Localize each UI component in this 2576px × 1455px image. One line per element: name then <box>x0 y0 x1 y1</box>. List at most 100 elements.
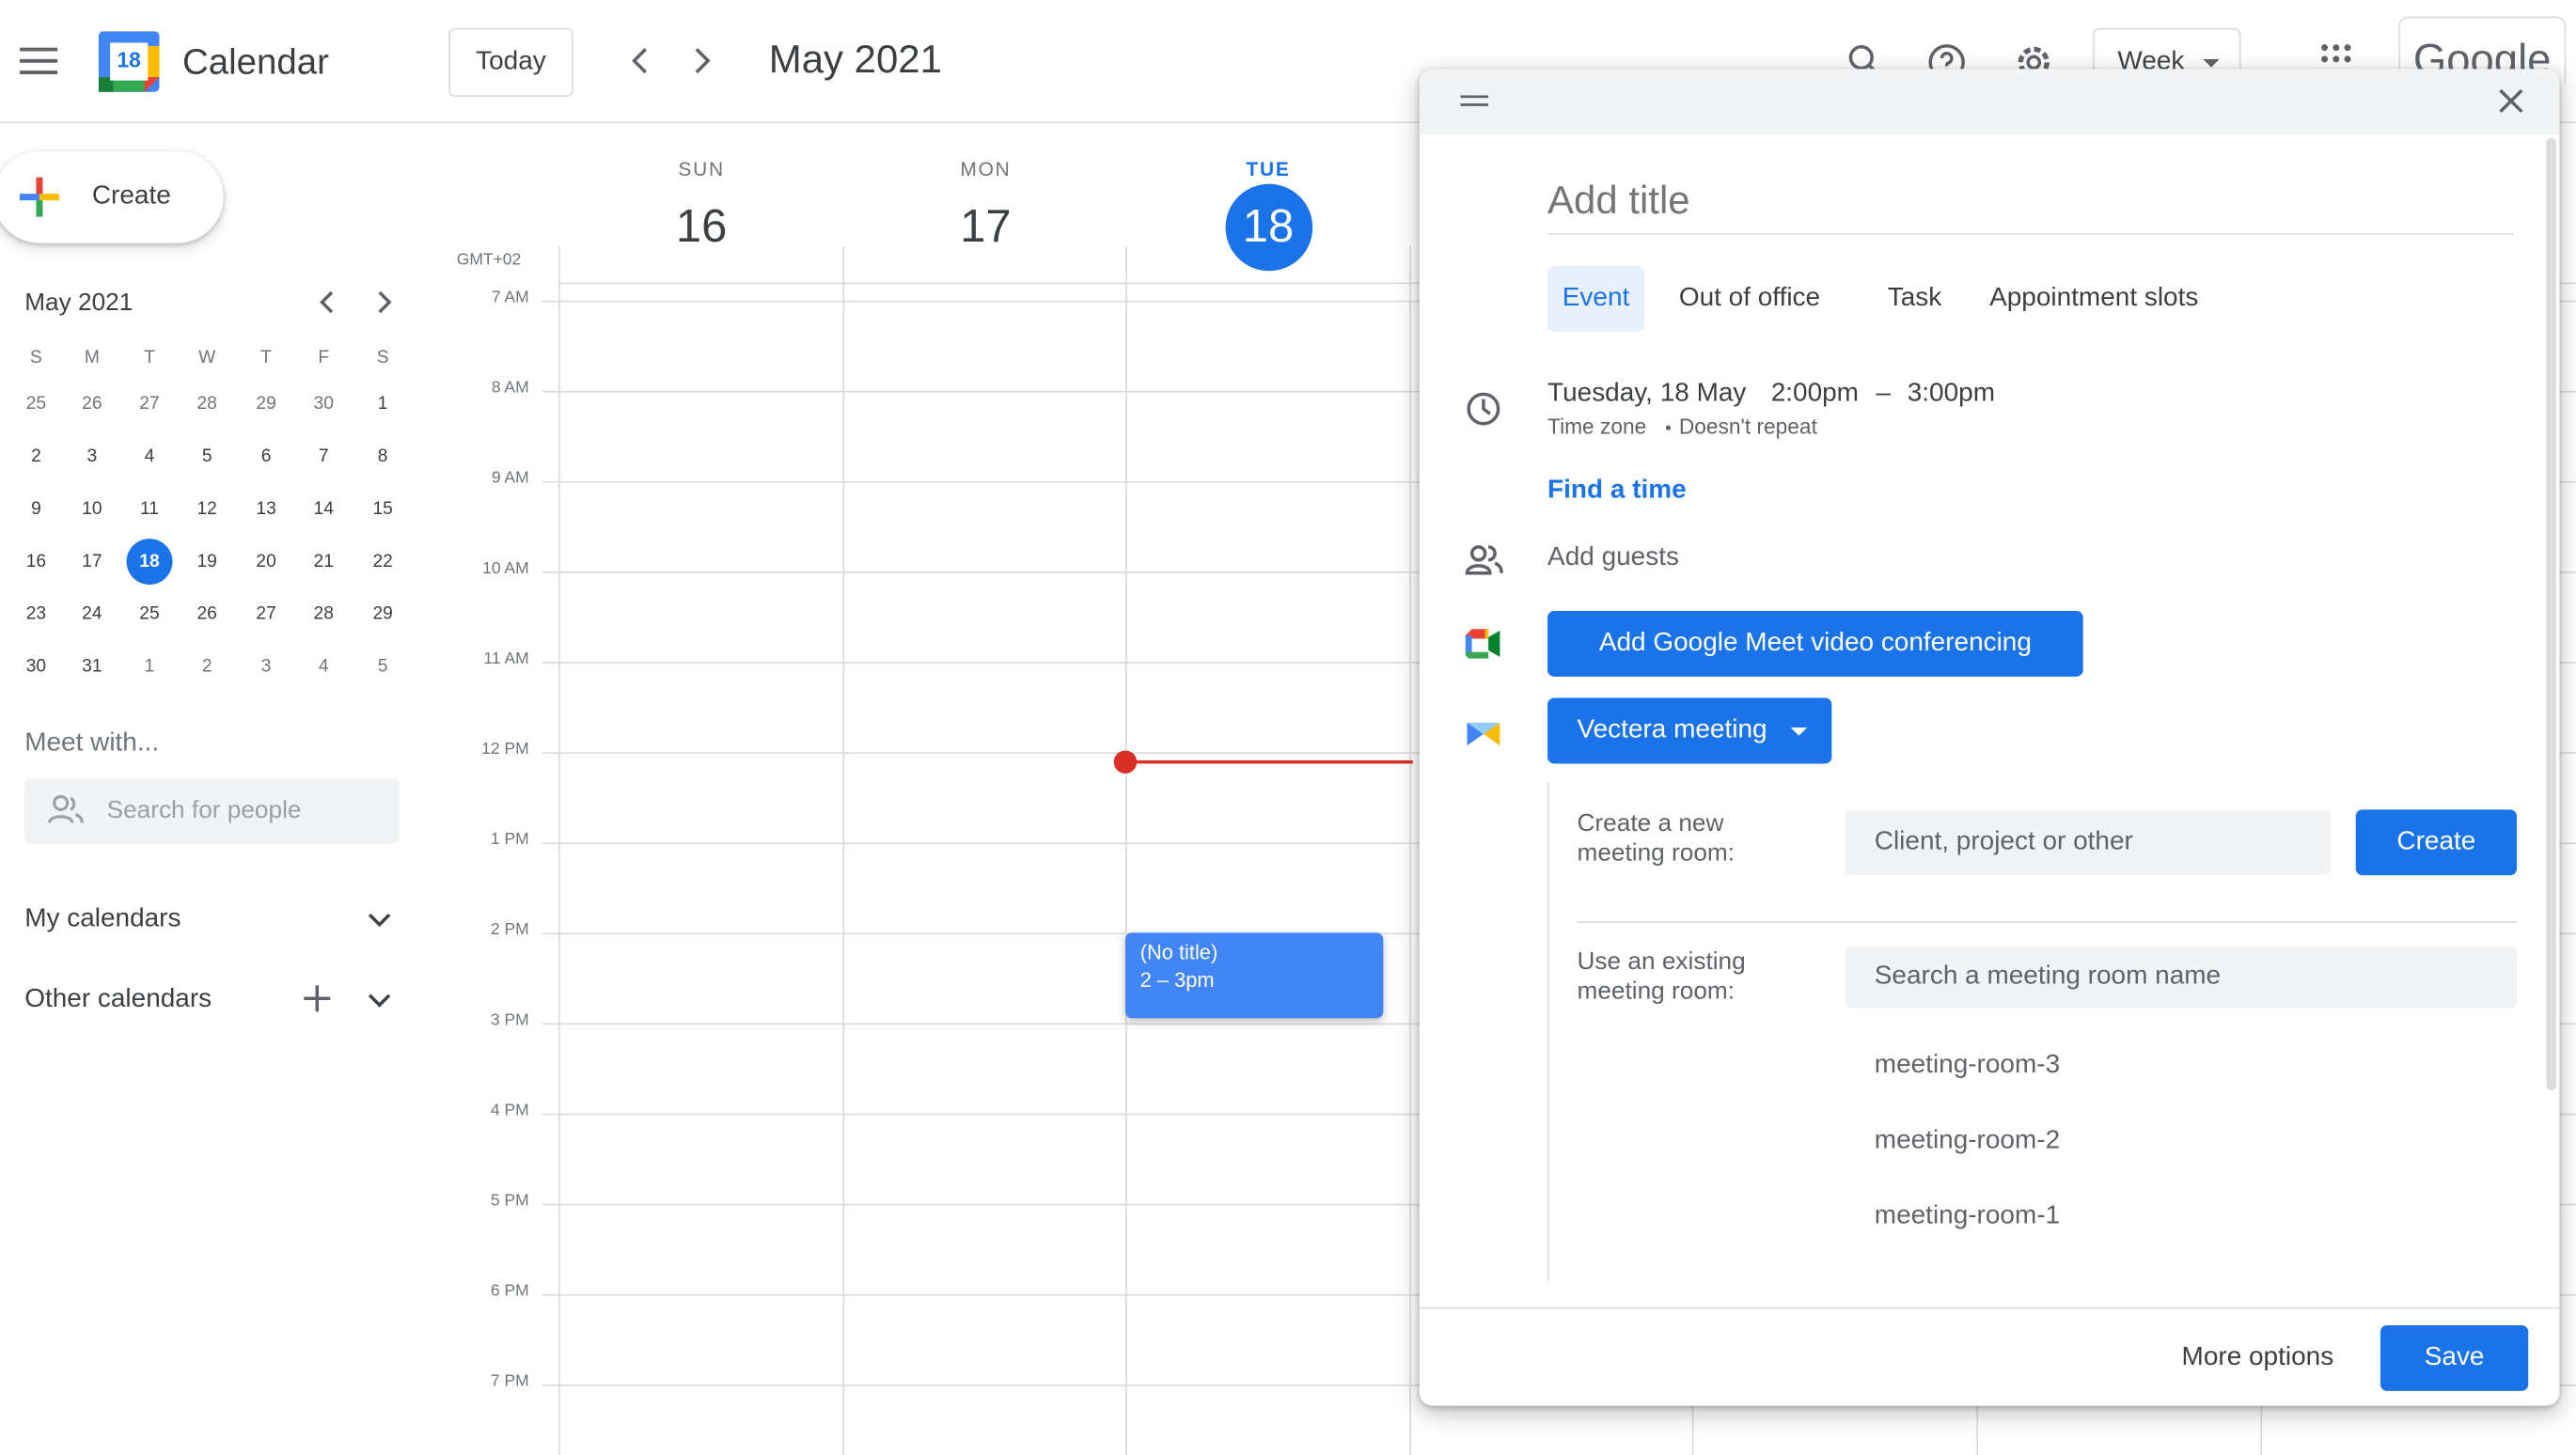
mini-weekday-label: M <box>84 348 100 368</box>
mini-day[interactable]: 10 <box>69 486 115 532</box>
save-button[interactable]: Save <box>2380 1324 2529 1391</box>
mini-day[interactable]: 29 <box>360 591 406 637</box>
existing-room-placeholder: Search a meeting room name <box>1874 962 2222 991</box>
mini-day[interactable]: 19 <box>184 539 230 585</box>
mini-day[interactable]: 27 <box>243 591 290 637</box>
mini-day[interactable]: 24 <box>69 591 115 637</box>
event-chip[interactable]: (No title) 2 – 3pm <box>1124 932 1384 1019</box>
mini-weekday-label: W <box>198 348 216 368</box>
mini-day[interactable]: 15 <box>360 486 406 532</box>
mini-day[interactable]: 6 <box>243 433 290 479</box>
add-calendar-plus-icon[interactable] <box>303 984 332 1013</box>
mini-day[interactable]: 16 <box>13 539 59 585</box>
mini-day[interactable]: 20 <box>243 539 290 585</box>
event-start-time[interactable]: 2:00pm <box>1771 380 1859 409</box>
my-calendars-heading[interactable]: My calendars <box>24 905 181 934</box>
drag-handle-icon[interactable] <box>1460 95 1489 108</box>
mini-day[interactable]: 27 <box>127 381 173 427</box>
vectera-icon <box>1467 722 1500 746</box>
mini-day[interactable]: 2 <box>184 644 230 690</box>
prev-week-icon[interactable] <box>629 48 652 74</box>
tab-out-of-office[interactable]: Out of office <box>1664 266 1835 332</box>
meeting-room-item[interactable]: meeting-room-3 <box>1875 1051 2060 1080</box>
vectera-section-border <box>1547 781 1549 1281</box>
mini-day[interactable]: 26 <box>69 381 115 427</box>
repeat-select[interactable]: Doesn't repeat <box>1679 414 1817 438</box>
mini-next-month-icon[interactable] <box>374 290 394 314</box>
day-name: TUE <box>1246 157 1291 181</box>
mini-day[interactable]: 25 <box>127 591 173 637</box>
search-people-input[interactable]: Search for people <box>24 778 400 845</box>
app-title[interactable]: Calendar <box>182 41 329 84</box>
title-input[interactable] <box>1547 170 2514 235</box>
hour-label: 11 AM <box>483 649 529 669</box>
mini-day[interactable]: 28 <box>301 591 347 637</box>
mini-weekday-label: S <box>376 348 389 368</box>
today-button[interactable]: Today <box>448 27 573 98</box>
mini-day[interactable]: 1 <box>127 644 173 690</box>
tab-task[interactable]: Task <box>1873 266 1956 332</box>
meeting-room-item[interactable]: meeting-room-1 <box>1875 1202 2060 1231</box>
mini-day[interactable]: 26 <box>184 591 230 637</box>
mini-day[interactable]: 29 <box>243 381 290 427</box>
create-room-input[interactable]: Client, project or other <box>1845 809 2332 876</box>
tab-appointment-slots[interactable]: Appointment slots <box>1974 266 2213 332</box>
event-date[interactable]: Tuesday, 18 May <box>1547 380 1746 409</box>
mini-day[interactable]: 11 <box>127 486 173 532</box>
dialog-scrollbar[interactable] <box>2546 137 2556 1091</box>
main-menu-icon[interactable] <box>19 46 59 75</box>
mini-day[interactable]: 3 <box>243 644 290 690</box>
find-a-time-link[interactable]: Find a time <box>1547 477 1687 506</box>
mini-day[interactable]: 14 <box>301 486 347 532</box>
create-button[interactable]: Create <box>0 150 224 243</box>
existing-room-search[interactable]: Search a meeting room name <box>1845 946 2518 1009</box>
add-google-meet-button[interactable]: Add Google Meet video conferencing <box>1547 610 2083 677</box>
mini-day[interactable]: 30 <box>301 381 347 427</box>
mini-day[interactable]: 13 <box>243 486 290 532</box>
day-number[interactable]: 17 <box>844 200 1127 253</box>
day-column-divider <box>558 246 560 1455</box>
meeting-room-item[interactable]: meeting-room-2 <box>1875 1127 2060 1156</box>
day-number[interactable]: 16 <box>560 200 843 253</box>
mini-day[interactable]: 30 <box>13 644 59 690</box>
next-week-icon[interactable] <box>690 48 713 74</box>
timezone-label: GMT+02 <box>456 251 522 270</box>
vectera-meeting-button[interactable]: Vectera meeting <box>1547 697 1832 764</box>
logo-day: 18 <box>117 47 141 72</box>
mini-day[interactable]: 23 <box>13 591 59 637</box>
mini-day[interactable]: 2 <box>13 433 59 479</box>
google-meet-icon <box>1465 629 1501 659</box>
mini-day[interactable]: 21 <box>301 539 347 585</box>
add-guests-input[interactable]: Add guests <box>1547 543 1679 572</box>
mini-day[interactable]: 5 <box>184 433 230 479</box>
hour-label: 4 PM <box>490 1102 529 1120</box>
mini-day[interactable]: 12 <box>184 486 230 532</box>
plus-icon <box>16 174 62 220</box>
day-column-divider <box>1124 246 1127 1455</box>
mini-day[interactable]: 25 <box>13 381 59 427</box>
mini-prev-month-icon[interactable] <box>317 290 337 314</box>
mini-day[interactable]: 4 <box>127 433 173 479</box>
create-room-button[interactable]: Create <box>2355 809 2518 876</box>
other-calendars-heading[interactable]: Other calendars <box>24 985 212 1014</box>
close-icon[interactable] <box>2499 88 2523 114</box>
mini-day[interactable]: 7 <box>301 433 347 479</box>
mini-day[interactable]: 3 <box>69 433 115 479</box>
mini-day[interactable]: 31 <box>69 644 115 690</box>
my-calendars-chevron-icon[interactable] <box>367 912 393 928</box>
hour-label: 3 PM <box>490 1011 529 1030</box>
other-calendars-chevron-icon[interactable] <box>367 992 393 1008</box>
time-zone-link[interactable]: Time zone <box>1547 414 1646 438</box>
day-number[interactable]: 18 <box>1127 200 1410 253</box>
mini-day[interactable]: 9 <box>13 486 59 532</box>
create-room-placeholder: Client, project or other <box>1874 827 2133 856</box>
mini-day[interactable]: 17 <box>69 539 115 585</box>
mini-day[interactable]: 28 <box>184 381 230 427</box>
event-end-time[interactable]: 3:00pm <box>1908 380 1995 409</box>
more-options-button[interactable]: More options <box>2182 1343 2334 1372</box>
mini-day[interactable]: 18 <box>126 539 173 586</box>
calendar-logo-icon[interactable]: 18 <box>98 31 160 92</box>
separator-dot <box>1665 425 1672 430</box>
tab-event[interactable]: Event <box>1547 266 1645 332</box>
mini-day[interactable]: 4 <box>301 644 347 690</box>
